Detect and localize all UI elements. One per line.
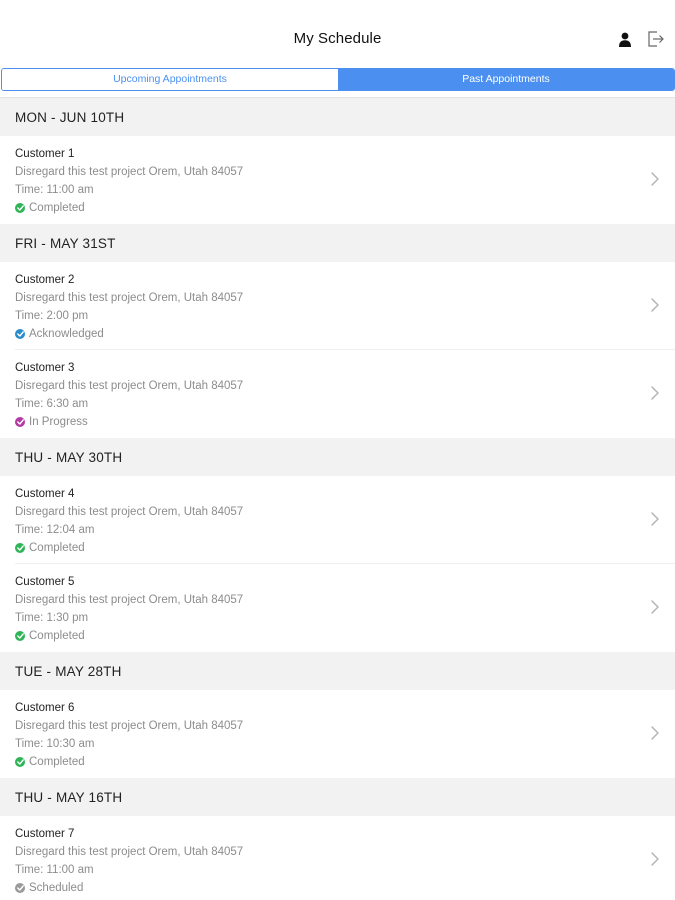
customer-name: Customer 3	[15, 362, 75, 374]
appointment-time: Time: 12:04 am	[15, 524, 95, 536]
appointment-row[interactable]: Customer 5 Disregard this test project Or…	[0, 564, 675, 652]
status-label: Scheduled	[29, 882, 84, 894]
status-label: Completed	[29, 756, 85, 768]
status-label: Completed	[29, 542, 85, 554]
appointment-status: Completed	[15, 755, 675, 769]
status-label: Acknowledged	[29, 328, 104, 340]
appointment-address: Disregard this test project Orem, Utah 8…	[15, 846, 244, 858]
appointment-status: Scheduled	[15, 881, 675, 895]
status-check-icon	[15, 329, 25, 339]
status-check-icon	[15, 631, 25, 641]
tab-past-appointments[interactable]: Past Appointments	[338, 69, 674, 90]
chevron-right-icon	[649, 599, 661, 615]
section-header-date: THU - MAY 16TH	[0, 778, 675, 816]
status-label: Completed	[29, 630, 85, 642]
appointment-address: Disregard this test project Orem, Utah 8…	[15, 506, 244, 518]
appointment-row[interactable]: Customer 4 Disregard this test project Or…	[0, 476, 675, 564]
customer-name: Customer 4	[15, 488, 75, 500]
appointment-status: Completed	[15, 629, 675, 643]
section-header-date: FRI - MAY 31ST	[0, 224, 675, 262]
appointment-time: Time: 1:30 pm	[15, 612, 89, 624]
chevron-right-icon	[649, 385, 661, 401]
appointment-row[interactable]: Customer 7 Disregard this test project Or…	[0, 816, 675, 900]
profile-button[interactable]	[614, 28, 636, 50]
appointment-address: Disregard this test project Orem, Utah 8…	[15, 594, 244, 606]
appointment-time: Time: 10:30 am	[15, 738, 95, 750]
section-header-date: MON - JUN 10TH	[0, 98, 675, 136]
appointment-time: Time: 2:00 pm	[15, 310, 89, 322]
appointment-time: Time: 11:00 am	[15, 864, 94, 876]
status-check-icon	[15, 417, 25, 427]
customer-name: Customer 5	[15, 576, 75, 588]
customer-name: Customer 1	[15, 148, 75, 160]
section-header-date: TUE - MAY 28TH	[0, 652, 675, 690]
appointment-address: Disregard this test project Orem, Utah 8…	[15, 720, 244, 732]
page-title: My Schedule	[293, 30, 382, 47]
status-check-icon	[15, 543, 25, 553]
appointment-address: Disregard this test project Orem, Utah 8…	[15, 292, 244, 304]
appointment-time: Time: 6:30 am	[15, 398, 89, 410]
appointment-address: Disregard this test project Orem, Utah 8…	[15, 380, 244, 392]
status-check-icon	[15, 203, 25, 213]
status-label: In Progress	[29, 416, 88, 428]
navigation-bar: My Schedule	[0, 0, 675, 66]
customer-name: Customer 2	[15, 274, 75, 286]
chevron-right-icon	[649, 297, 661, 313]
appointment-status: Acknowledged	[15, 327, 675, 341]
chevron-right-icon	[649, 171, 661, 187]
status-check-icon	[15, 883, 25, 893]
customer-name: Customer 6	[15, 702, 75, 714]
appointment-status: Completed	[15, 201, 675, 215]
appointment-row[interactable]: Customer 3 Disregard this test project Or…	[0, 350, 675, 438]
status-label: Completed	[29, 202, 85, 214]
appointment-status: In Progress	[15, 415, 675, 429]
chevron-right-icon	[649, 511, 661, 527]
appointments-segmented-control: Upcoming Appointments Past Appointments	[1, 68, 675, 91]
chevron-right-icon	[649, 725, 661, 741]
appointment-status: Completed	[15, 541, 675, 555]
appointment-address: Disregard this test project Orem, Utah 8…	[15, 166, 244, 178]
person-icon	[619, 32, 631, 47]
appointment-row[interactable]: Customer 1 Disregard this test project Or…	[0, 136, 675, 224]
logout-button[interactable]	[645, 28, 667, 50]
appointment-row[interactable]: Customer 2 Disregard this test project Or…	[0, 262, 675, 350]
customer-name: Customer 7	[15, 828, 75, 840]
status-check-icon	[15, 757, 25, 767]
appointment-list: MON - JUN 10TH Customer 1 Disregard this t…	[0, 98, 675, 900]
logout-icon	[648, 31, 664, 47]
appointment-time: Time: 11:00 am	[15, 184, 94, 196]
appointment-row[interactable]: Customer 6 Disregard this test project Or…	[0, 690, 675, 778]
tab-upcoming-appointments[interactable]: Upcoming Appointments	[2, 69, 338, 90]
chevron-right-icon	[649, 851, 661, 867]
section-header-date: THU - MAY 30TH	[0, 438, 675, 476]
